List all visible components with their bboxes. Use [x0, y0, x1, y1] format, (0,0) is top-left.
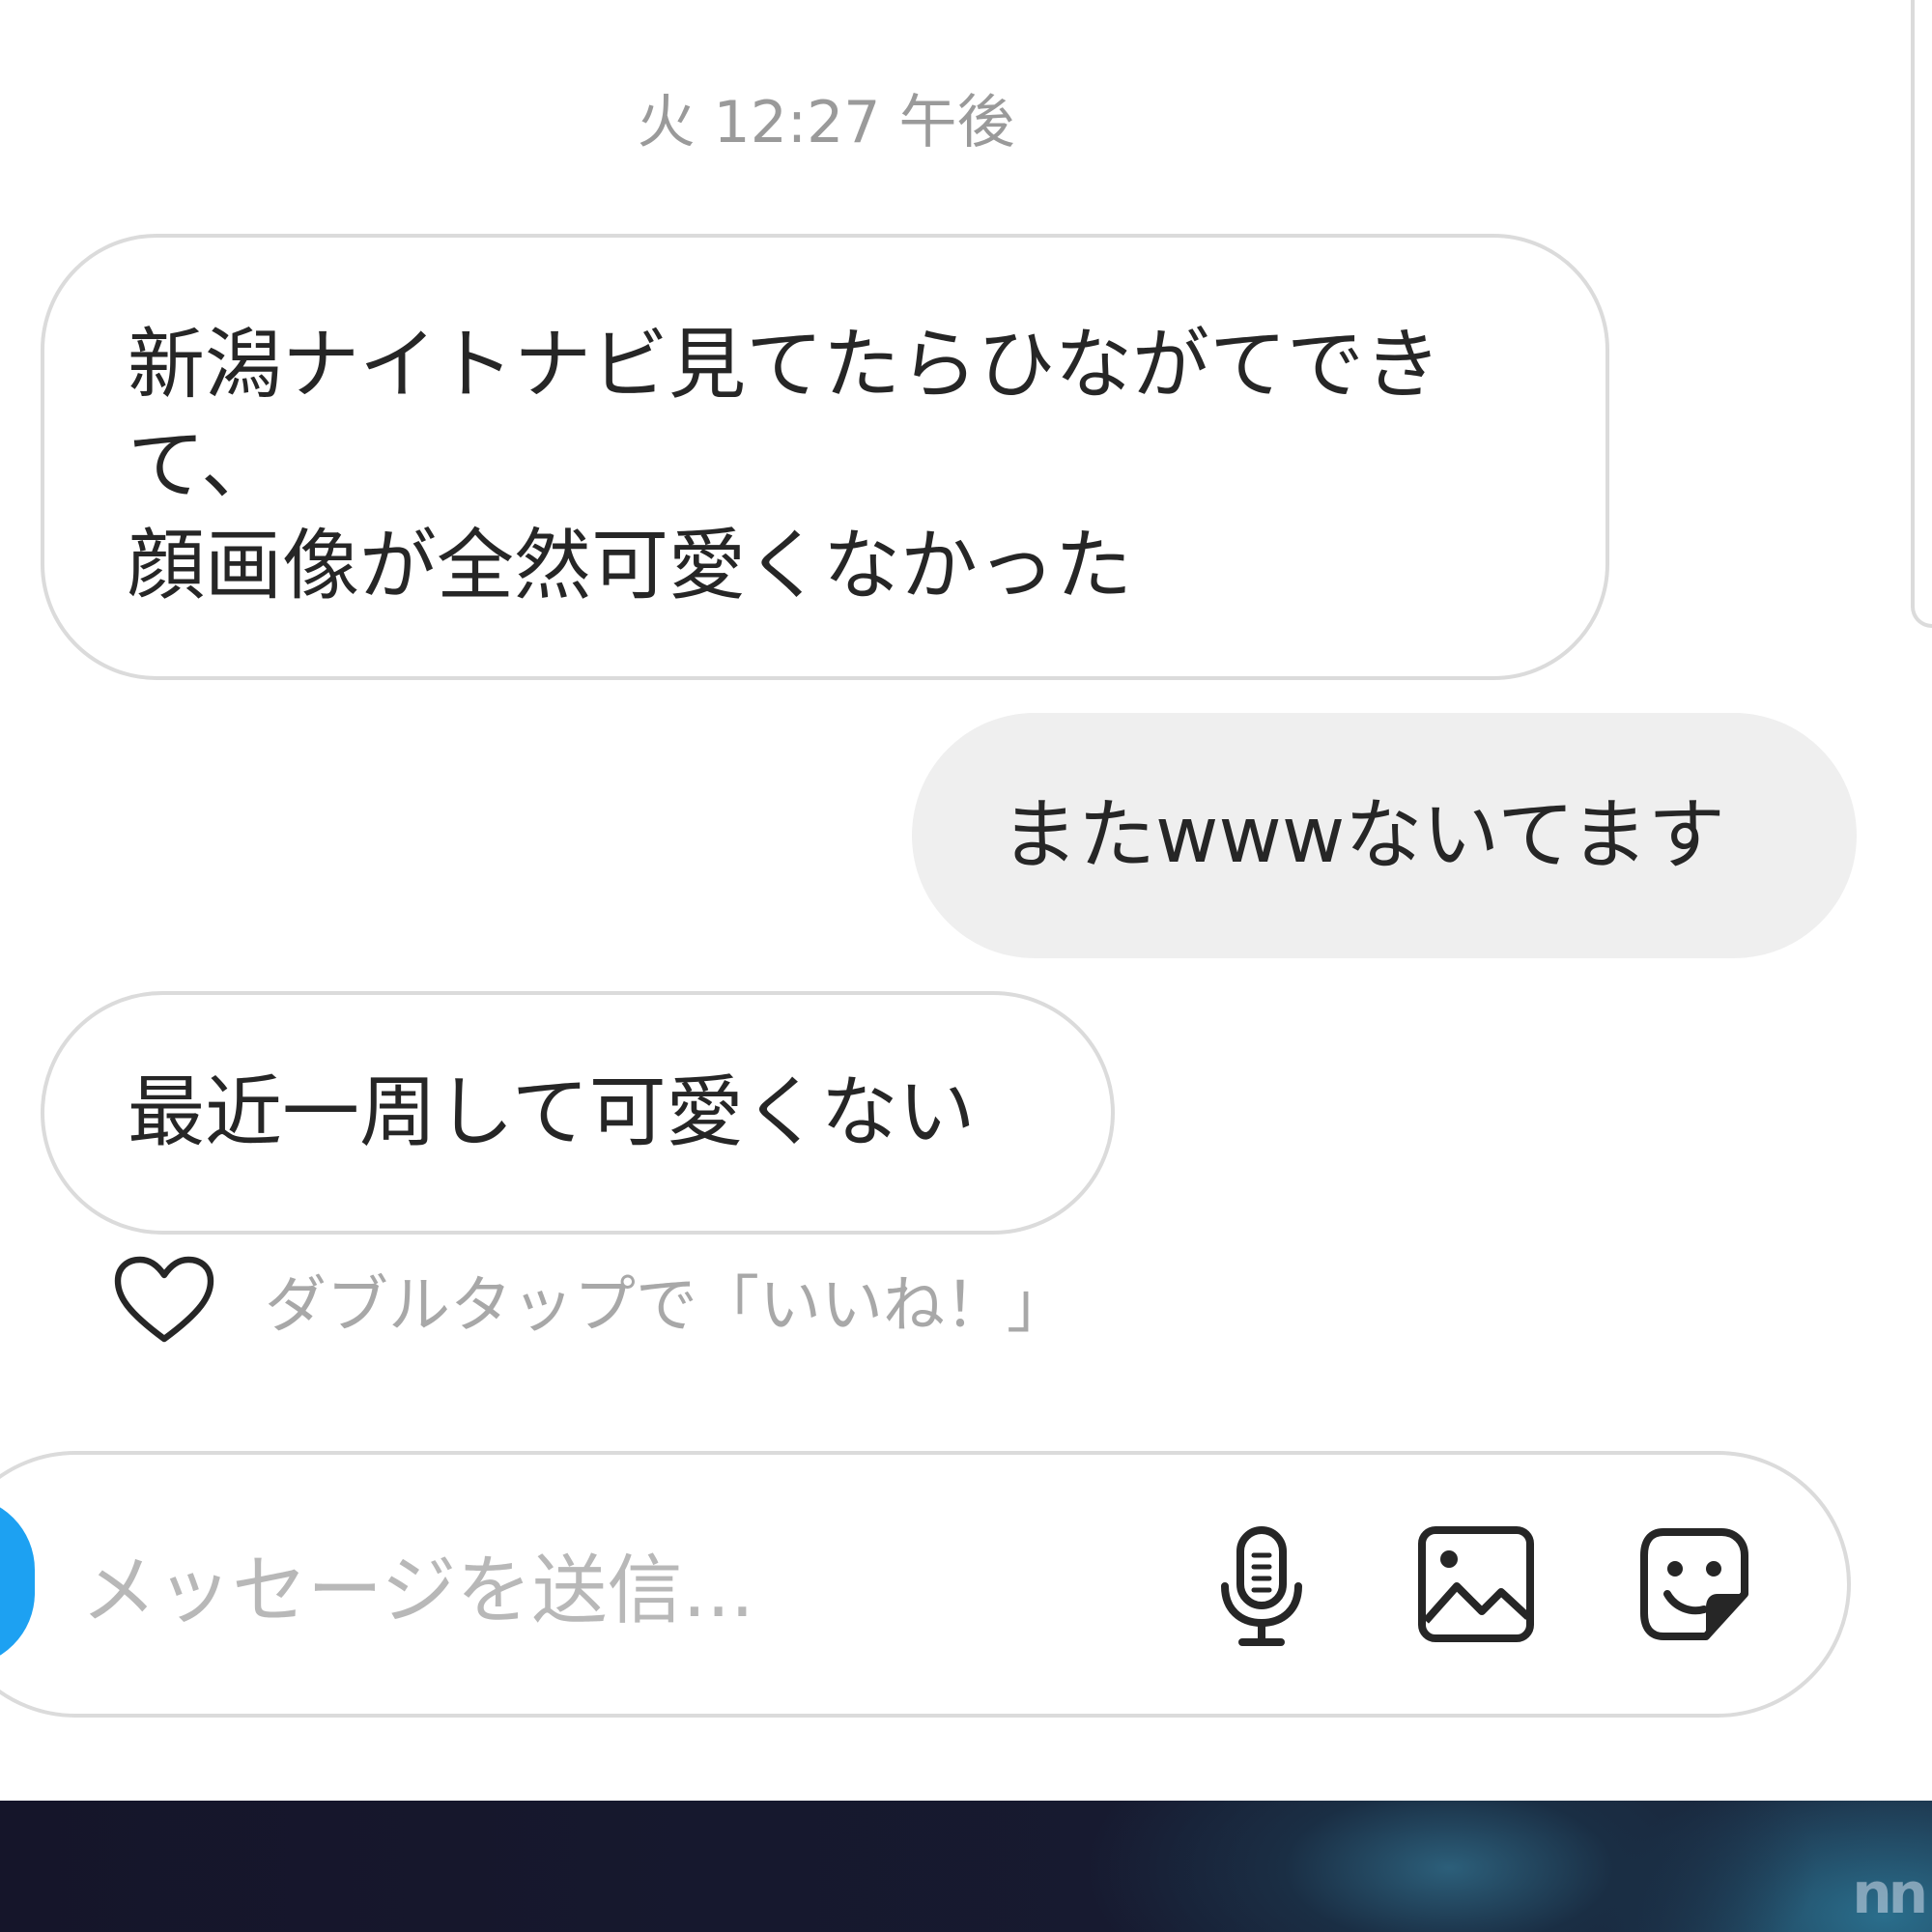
watermark-logo: nn — [1852, 1861, 1928, 1926]
double-tap-like-hint: ダブルタップで「いいね！」 — [112, 1252, 1068, 1349]
sticker-icon — [1640, 1528, 1748, 1640]
received-message-bubble[interactable]: 新潟ナイトナビ見てたらひながてでき て、 顔画像が全然可愛くなかった — [41, 234, 1609, 680]
gallery-button[interactable] — [1408, 1517, 1544, 1652]
system-background-strip: nn — [0, 1801, 1932, 1932]
message-text-line: 最近一周して可愛くない — [128, 1067, 976, 1157]
message-text-line: またwwwないてます — [1001, 790, 1725, 880]
message-text-line: 新潟ナイトナビ見てたらひながてでき — [128, 320, 1441, 410]
like-hint-text: ダブルタップで「いいね！」 — [265, 1270, 1068, 1342]
message-text-line: 顔画像が全然可愛くなかった — [128, 521, 1132, 611]
sticker-button[interactable] — [1625, 1517, 1760, 1652]
voice-message-button[interactable] — [1194, 1517, 1329, 1652]
sent-message-bubble[interactable]: またwwwないてます — [912, 713, 1857, 958]
microphone-icon — [1221, 1526, 1302, 1646]
message-timestamp: 火 12:27 午後 — [637, 89, 1015, 156]
scrollbar-edge[interactable] — [1911, 0, 1932, 628]
heart-outline-icon[interactable] — [112, 1254, 216, 1347]
message-text-line: て、 — [128, 420, 278, 510]
received-message-bubble[interactable]: 最近一周して可愛くない — [41, 991, 1115, 1235]
image-gallery-icon — [1418, 1526, 1534, 1642]
message-input[interactable] — [81, 1538, 1144, 1644]
